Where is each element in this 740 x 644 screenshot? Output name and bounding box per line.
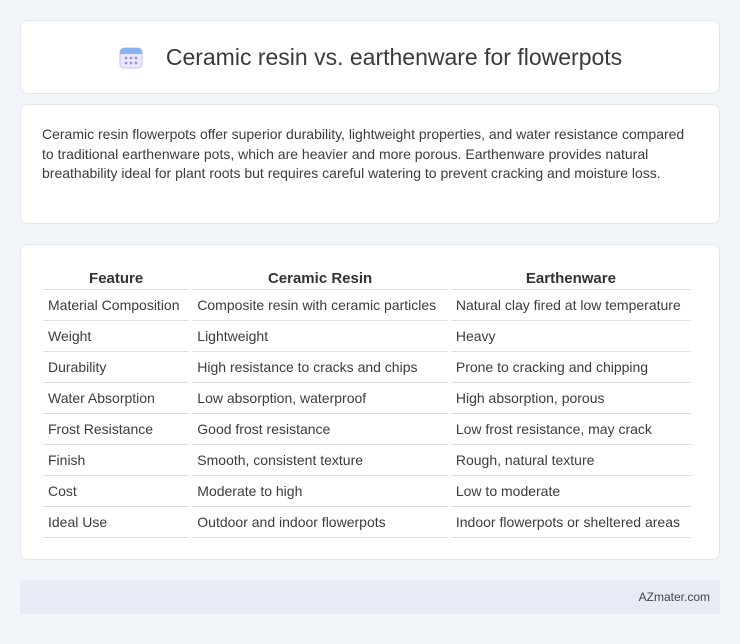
earthenware-cell: Prone to cracking and chipping xyxy=(450,352,691,383)
table-header-row: Feature Ceramic Resin Earthenware xyxy=(43,266,691,290)
column-header-earthenware: Earthenware xyxy=(450,266,691,290)
comparison-table-card: Feature Ceramic Resin Earthenware Materi… xyxy=(20,244,720,560)
table-row: Durability High resistance to cracks and… xyxy=(43,352,691,383)
earthenware-cell: Rough, natural texture xyxy=(450,445,691,476)
feature-cell: Ideal Use xyxy=(43,507,190,538)
table-row: Cost Moderate to high Low to moderate xyxy=(43,476,691,507)
ceramic-resin-cell: Smooth, consistent texture xyxy=(192,445,448,476)
footer-brand: AZmater.com xyxy=(638,590,710,604)
feature-cell: Finish xyxy=(43,445,190,476)
table-row: Finish Smooth, consistent texture Rough,… xyxy=(43,445,691,476)
feature-cell: Frost Resistance xyxy=(43,414,190,445)
earthenware-cell: Heavy xyxy=(450,321,691,352)
column-header-ceramic-resin: Ceramic Resin xyxy=(192,266,448,290)
feature-cell: Material Composition xyxy=(43,290,190,321)
table-row: Weight Lightweight Heavy xyxy=(43,321,691,352)
ceramic-resin-cell: High resistance to cracks and chips xyxy=(192,352,448,383)
earthenware-cell: Low to moderate xyxy=(450,476,691,507)
page-title: Ceramic resin vs. earthenware for flower… xyxy=(165,43,623,70)
column-header-feature: Feature xyxy=(43,266,190,290)
ceramic-resin-cell: Good frost resistance xyxy=(192,414,448,445)
table-row: Ideal Use Outdoor and indoor flowerpots … xyxy=(43,507,691,538)
ceramic-resin-cell: Moderate to high xyxy=(192,476,448,507)
earthenware-cell: Natural clay fired at low temperature xyxy=(450,290,691,321)
table-row: Material Composition Composite resin wit… xyxy=(43,290,691,321)
calendar-icon xyxy=(118,44,144,70)
earthenware-cell: Low frost resistance, may crack xyxy=(450,414,691,445)
table-row: Frost Resistance Good frost resistance L… xyxy=(43,414,691,445)
ceramic-resin-cell: Low absorption, waterproof xyxy=(192,383,448,414)
feature-cell: Durability xyxy=(43,352,190,383)
table-row: Water Absorption Low absorption, waterpr… xyxy=(43,383,691,414)
summary-text: Ceramic resin flowerpots offer superior … xyxy=(42,126,685,181)
feature-cell: Cost xyxy=(43,476,190,507)
header-inner: Ceramic resin vs. earthenware for flower… xyxy=(118,44,622,71)
footer-bar: AZmater.com xyxy=(20,580,720,614)
header-card: Ceramic resin vs. earthenware for flower… xyxy=(20,20,720,94)
ceramic-resin-cell: Composite resin with ceramic particles xyxy=(192,290,448,321)
feature-cell: Water Absorption xyxy=(43,383,190,414)
summary-card: Ceramic resin flowerpots offer superior … xyxy=(20,104,720,224)
comparison-table: Feature Ceramic Resin Earthenware Materi… xyxy=(40,266,694,538)
feature-cell: Weight xyxy=(43,321,190,352)
earthenware-cell: High absorption, porous xyxy=(450,383,691,414)
ceramic-resin-cell: Lightweight xyxy=(192,321,448,352)
ceramic-resin-cell: Outdoor and indoor flowerpots xyxy=(192,507,448,538)
earthenware-cell: Indoor flowerpots or sheltered areas xyxy=(450,507,691,538)
